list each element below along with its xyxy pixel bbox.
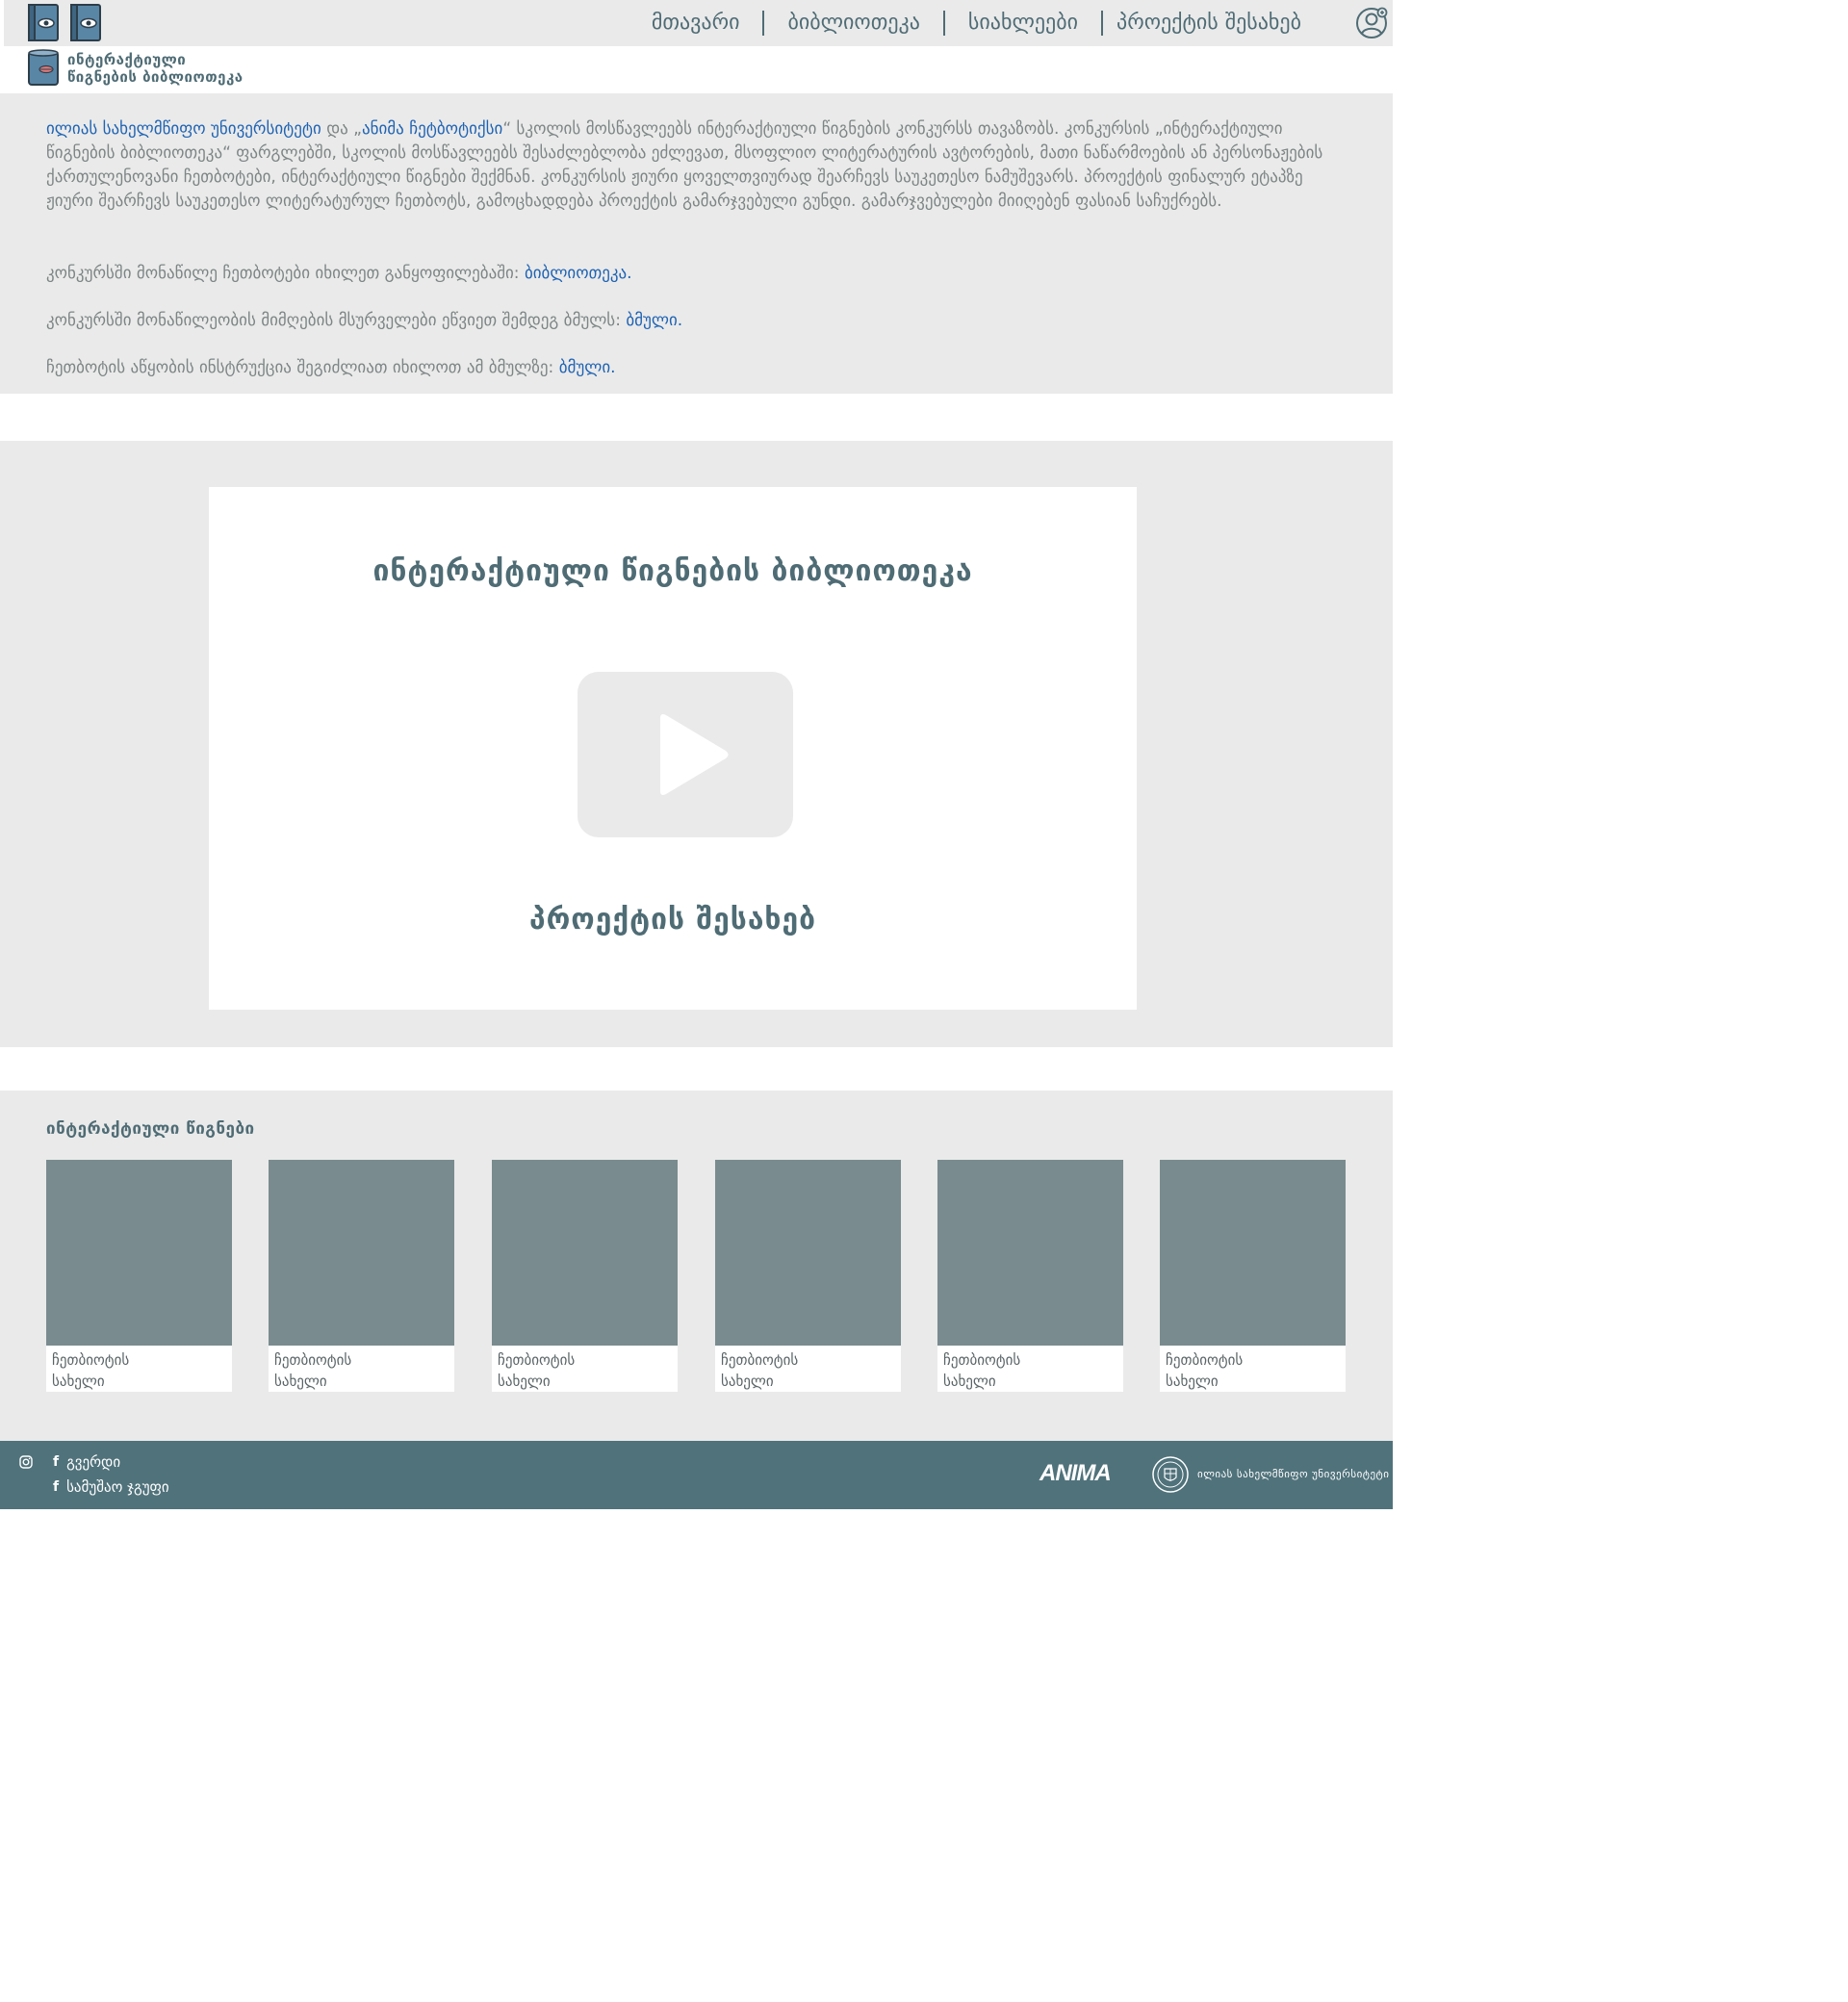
book-cover [937,1160,1123,1346]
top-navigation-bar: მთავარი ბიბლიოთეკა სიახლეები პროექტის შე… [4,0,1393,46]
library-text: კონკურსში მონაწილე ჩეთბოტები იხილეთ განყ… [46,264,525,283]
footer: f გვერდი f სამუშაო ჯგუფი ANIMA ილიას სახ… [0,1441,1393,1509]
nav-about[interactable]: პროექტის შესახებ [1103,10,1301,37]
instagram-icon[interactable] [19,1455,33,1469]
university-name[interactable]: ილიას სახელმწიფო უნივერსიტეტი [1197,1468,1389,1480]
anima-logo[interactable]: ANIMA [1040,1460,1112,1487]
book-card[interactable]: ჩეთბიოტის სახელი [269,1160,454,1392]
nav-library[interactable]: ბიბლიოთეკა [764,10,942,37]
books-section-title: ინტერაქტიული წიგნები [46,1119,255,1139]
brand-bar: ინტერაქტიული წიგნების ბიბლიოთეკა [4,46,1393,92]
book-card[interactable]: ჩეთბიოტის სახელი [1160,1160,1346,1392]
brand-title[interactable]: ინტერაქტიული წიგნების ბიბლიოთეკა [67,51,244,86]
brand-title-line2: წიგნების ბიბლიოთეკა [67,68,244,86]
iliauni-link[interactable]: ილიას სახელმწიფო უნივერსიტეტი [46,119,321,139]
book-cover [1160,1160,1346,1346]
book-card[interactable]: ჩეთბიოტის სახელი [46,1160,232,1392]
instruction-paragraph: ჩეთბოტის აწყობის ინსტრუქცია შეგიძლიათ იხ… [46,356,1326,380]
book-cover [715,1160,901,1346]
nav-home[interactable]: მთავარი [629,10,763,37]
book-card[interactable]: ჩეთბიოტის სახელი [715,1160,901,1392]
footer-link-label: სამუშაო ჯგუფი [66,1478,169,1496]
footer-link-label: გვერდი [66,1453,121,1471]
book-eye-icon [70,4,101,41]
brand-title-line1: ინტერაქტიული [67,51,187,68]
facebook-icon: f [53,1454,60,1470]
intro-paragraph: ილიას სახელმწიფო უნივერსიტეტი და „ანიმა … [46,117,1326,214]
instruction-text: ჩეთბოტის აწყობის ინსტრუქცია შეგიძლიათ იხ… [46,358,559,377]
book-name: ჩეთბიოტის სახელი [1166,1351,1244,1390]
intro-text: და „ [321,119,362,139]
play-icon [660,714,729,795]
anima-link[interactable]: ანიმა ჩეტბოტიქსი [362,119,502,139]
video-title: ინტერაქტიული წიგნების ბიბლიოთეკა [372,554,973,588]
book-name: ჩეთბიოტის სახელი [721,1351,799,1390]
eye-books-logo[interactable] [27,3,102,42]
library-paragraph: კონკურსში მონაწილე ჩეთბოტები იხილეთ განყ… [46,262,1326,286]
book-name: ჩეთბიოტის სახელი [498,1351,576,1390]
video-section: ინტერაქტიული წიგნების ბიბლიოთეკა პროექტი… [0,441,1393,1047]
interactive-books-section: ინტერაქტიული წიგნები ჩეთბიოტის სახელი ჩე… [0,1091,1393,1441]
video-card: ინტერაქტიული წიგნების ბიბლიოთეკა პროექტი… [209,487,1137,1010]
library-link[interactable]: ბიბლიოთეკა. [525,264,632,283]
nav-news[interactable]: სიახლეები [945,10,1101,37]
main-nav: მთავარი ბიბლიოთეკა სიახლეები პროექტის შე… [629,10,1301,37]
play-button[interactable] [578,672,793,837]
book-cover [46,1160,232,1346]
book-card[interactable]: ჩეთბიოტის სახელი [937,1160,1123,1392]
participation-paragraph: კონკურსში მონაწილეობის მიმღების მსურველე… [46,309,1326,333]
book-eye-icon [28,4,59,41]
facebook-icon: f [53,1479,60,1495]
book-logo-icon[interactable] [27,48,60,87]
book-name: ჩეთბიოტის სახელი [943,1351,1021,1390]
participation-link[interactable]: ბმული. [626,311,682,330]
book-card[interactable]: ჩეთბიოტის სახელი [492,1160,678,1392]
footer-facebook-group-link[interactable]: f სამუშაო ჯგუფი [53,1478,169,1496]
intro-section: ილიას სახელმწიფო უნივერსიტეტი და „ანიმა … [0,93,1393,394]
university-seal-icon[interactable] [1151,1455,1190,1494]
book-name: ჩეთბიოტის სახელი [274,1351,352,1390]
participation-text: კონკურსში მონაწილეობის მიმღების მსურველე… [46,311,627,330]
video-subtitle: პროექტის შესახებ [528,903,817,937]
book-cover [269,1160,454,1346]
book-name: ჩეთბიოტის სახელი [52,1351,130,1390]
book-cover [492,1160,678,1346]
instruction-link[interactable]: ბმული. [559,358,616,377]
user-account-icon[interactable] [1354,6,1389,40]
footer-facebook-page-link[interactable]: f გვერდი [53,1453,120,1471]
